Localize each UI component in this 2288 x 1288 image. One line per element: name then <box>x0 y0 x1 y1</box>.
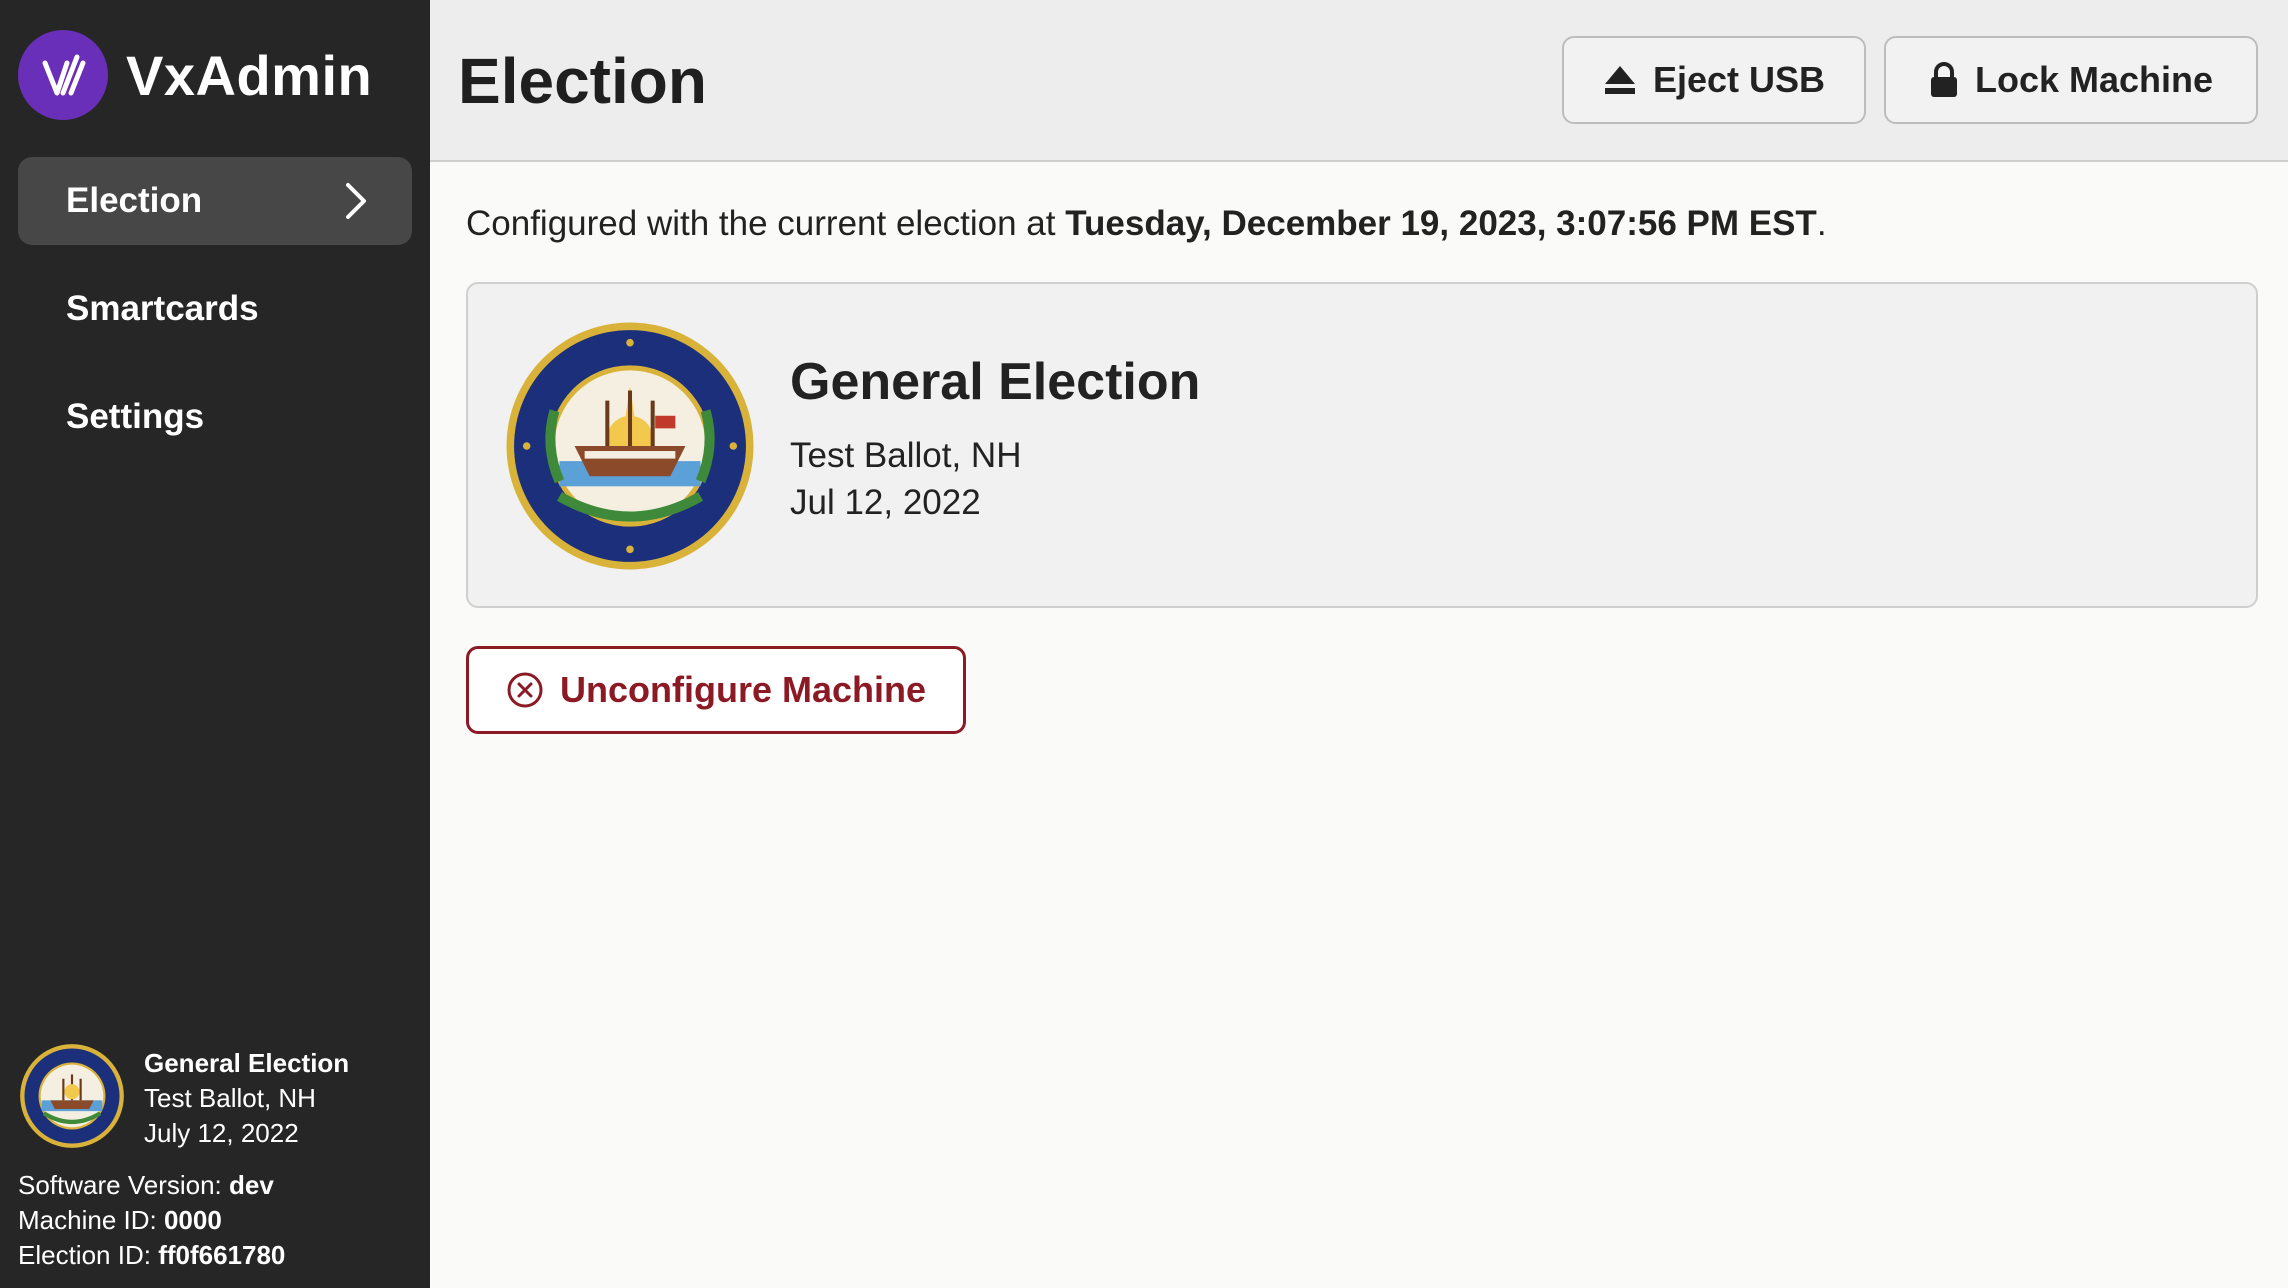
app-window: VxAdmin Election Smartcards Settings Gen… <box>0 0 2288 1288</box>
ballot-name: Test Ballot, NH <box>790 436 1022 475</box>
vx-logo-icon <box>18 30 108 120</box>
configured-message: Configured with the current election at … <box>466 204 1827 243</box>
main-content: Configured with the current election at … <box>430 162 2288 1288</box>
configured-timestamp: Tuesday, December 19, 2023, 3:07:56 PM E… <box>1065 204 1817 243</box>
sidebar-item-label: Settings <box>66 397 205 436</box>
lock-icon <box>1930 62 1957 97</box>
chevron-right-icon <box>346 183 366 219</box>
lock-machine-label: Lock Machine <box>1974 59 2214 100</box>
eject-usb-label: Eject USB <box>1652 59 1826 100</box>
sidebar-ballot-name: Test Ballot, NH <box>144 1083 316 1113</box>
software-version: Software Version: dev <box>18 1170 274 1200</box>
circle-x-icon <box>507 672 543 708</box>
election-card: General Election Test Ballot, NH Jul 12,… <box>466 282 2258 608</box>
brand: VxAdmin <box>18 30 372 120</box>
state-seal-icon <box>506 322 754 570</box>
sidebar-election-date: July 12, 2022 <box>144 1118 299 1148</box>
election-date: Jul 12, 2022 <box>790 483 981 522</box>
sidebar-item-label: Election <box>66 181 203 220</box>
app-name: VxAdmin <box>126 43 373 107</box>
unconfigure-machine-label: Unconfigure Machine <box>559 669 927 710</box>
sidebar-item-label: Smartcards <box>66 289 259 328</box>
sidebar-item-election[interactable]: Election <box>18 157 412 245</box>
eject-icon <box>1604 66 1635 94</box>
machine-info: Software Version: dev Machine ID: 0000 E… <box>18 1168 285 1273</box>
sidebar-item-smartcards[interactable]: Smartcards <box>18 265 412 353</box>
eject-usb-button[interactable]: Eject USB <box>1562 36 1866 124</box>
state-seal-icon <box>20 1044 124 1148</box>
page-title: Election <box>458 45 707 117</box>
sidebar-election-title: General Election <box>144 1048 350 1078</box>
election-id: Election ID: ff0f661780 <box>18 1240 286 1270</box>
sidebar-item-settings[interactable]: Settings <box>18 373 412 461</box>
unconfigure-machine-button[interactable]: Unconfigure Machine <box>466 646 966 734</box>
sidebar: VxAdmin Election Smartcards Settings Gen… <box>0 0 430 1288</box>
sidebar-election-info: General Election Test Ballot, NH July 12… <box>18 1042 349 1151</box>
election-title: General Election <box>790 353 1201 411</box>
machine-id: Machine ID: 0000 <box>18 1205 222 1235</box>
sidebar-nav: Election Smartcards Settings <box>18 157 412 481</box>
lock-machine-button[interactable]: Lock Machine <box>1884 36 2258 124</box>
header: Election Eject USB Lock Machine <box>430 0 2288 162</box>
